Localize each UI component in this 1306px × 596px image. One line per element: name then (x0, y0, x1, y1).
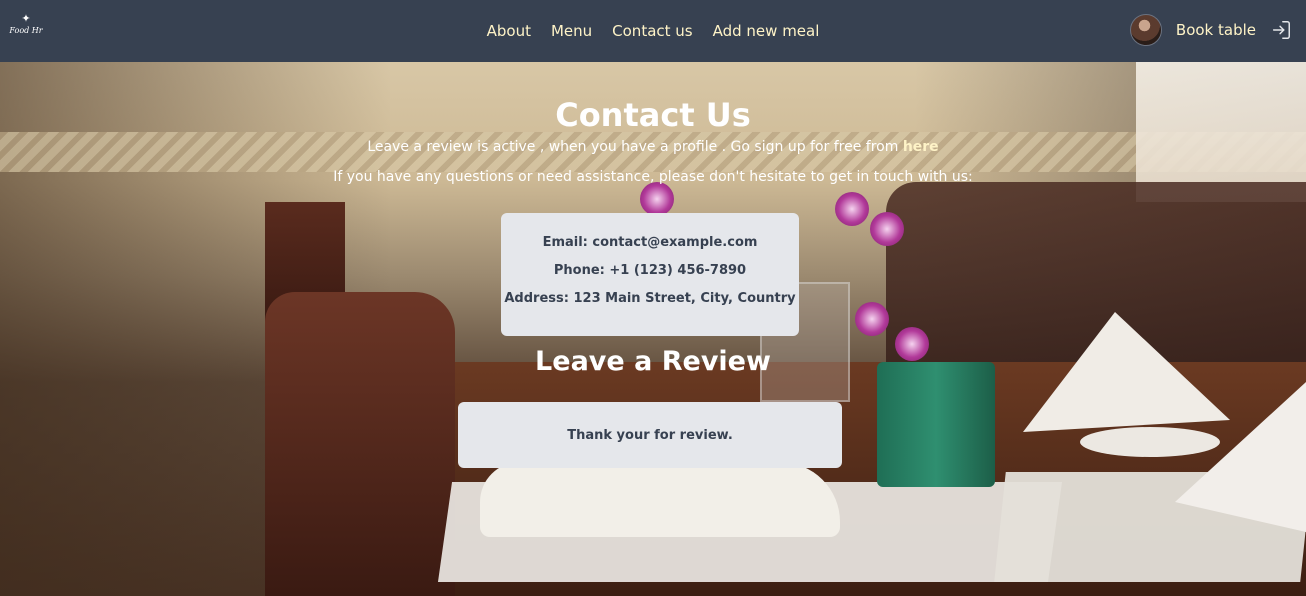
navbar: ✦ Food Hr About Menu Contact us Add new … (0, 0, 1306, 62)
review-title: Leave a Review (535, 346, 771, 377)
review-notice: Leave a review is active , when you have… (0, 139, 1306, 155)
contact-address: Address: 123 Main Street, City, Country (504, 291, 796, 306)
book-table-link[interactable]: Book table (1176, 21, 1256, 39)
nav-link-contact[interactable]: Contact us (612, 22, 692, 40)
nav-link-add-meal[interactable]: Add new meal (713, 22, 820, 40)
review-card: Thank your for review. (458, 402, 842, 468)
nav-right: Book table (1129, 13, 1292, 47)
assistance-text: If you have any questions or need assist… (333, 169, 973, 185)
review-message: Thank your for review. (567, 427, 733, 443)
contact-phone: Phone: +1 (123) 456-7890 (553, 263, 747, 278)
contact-section: Contact Us Leave a review is active , wh… (0, 62, 1306, 596)
nav-links: About Menu Contact us Add new meal (0, 0, 1306, 62)
login-icon[interactable] (1270, 19, 1292, 41)
avatar[interactable] (1129, 14, 1162, 46)
contact-card: Email: contact@example.com Phone: +1 (12… (501, 213, 799, 336)
contact-email: Email: contact@example.com (542, 235, 758, 250)
signup-link[interactable]: here (903, 139, 939, 155)
review-notice-text: Leave a review is active , when you have… (367, 139, 903, 155)
nav-link-menu[interactable]: Menu (551, 22, 592, 40)
nav-link-about[interactable]: About (487, 22, 531, 40)
page-title: Contact Us (555, 96, 751, 134)
